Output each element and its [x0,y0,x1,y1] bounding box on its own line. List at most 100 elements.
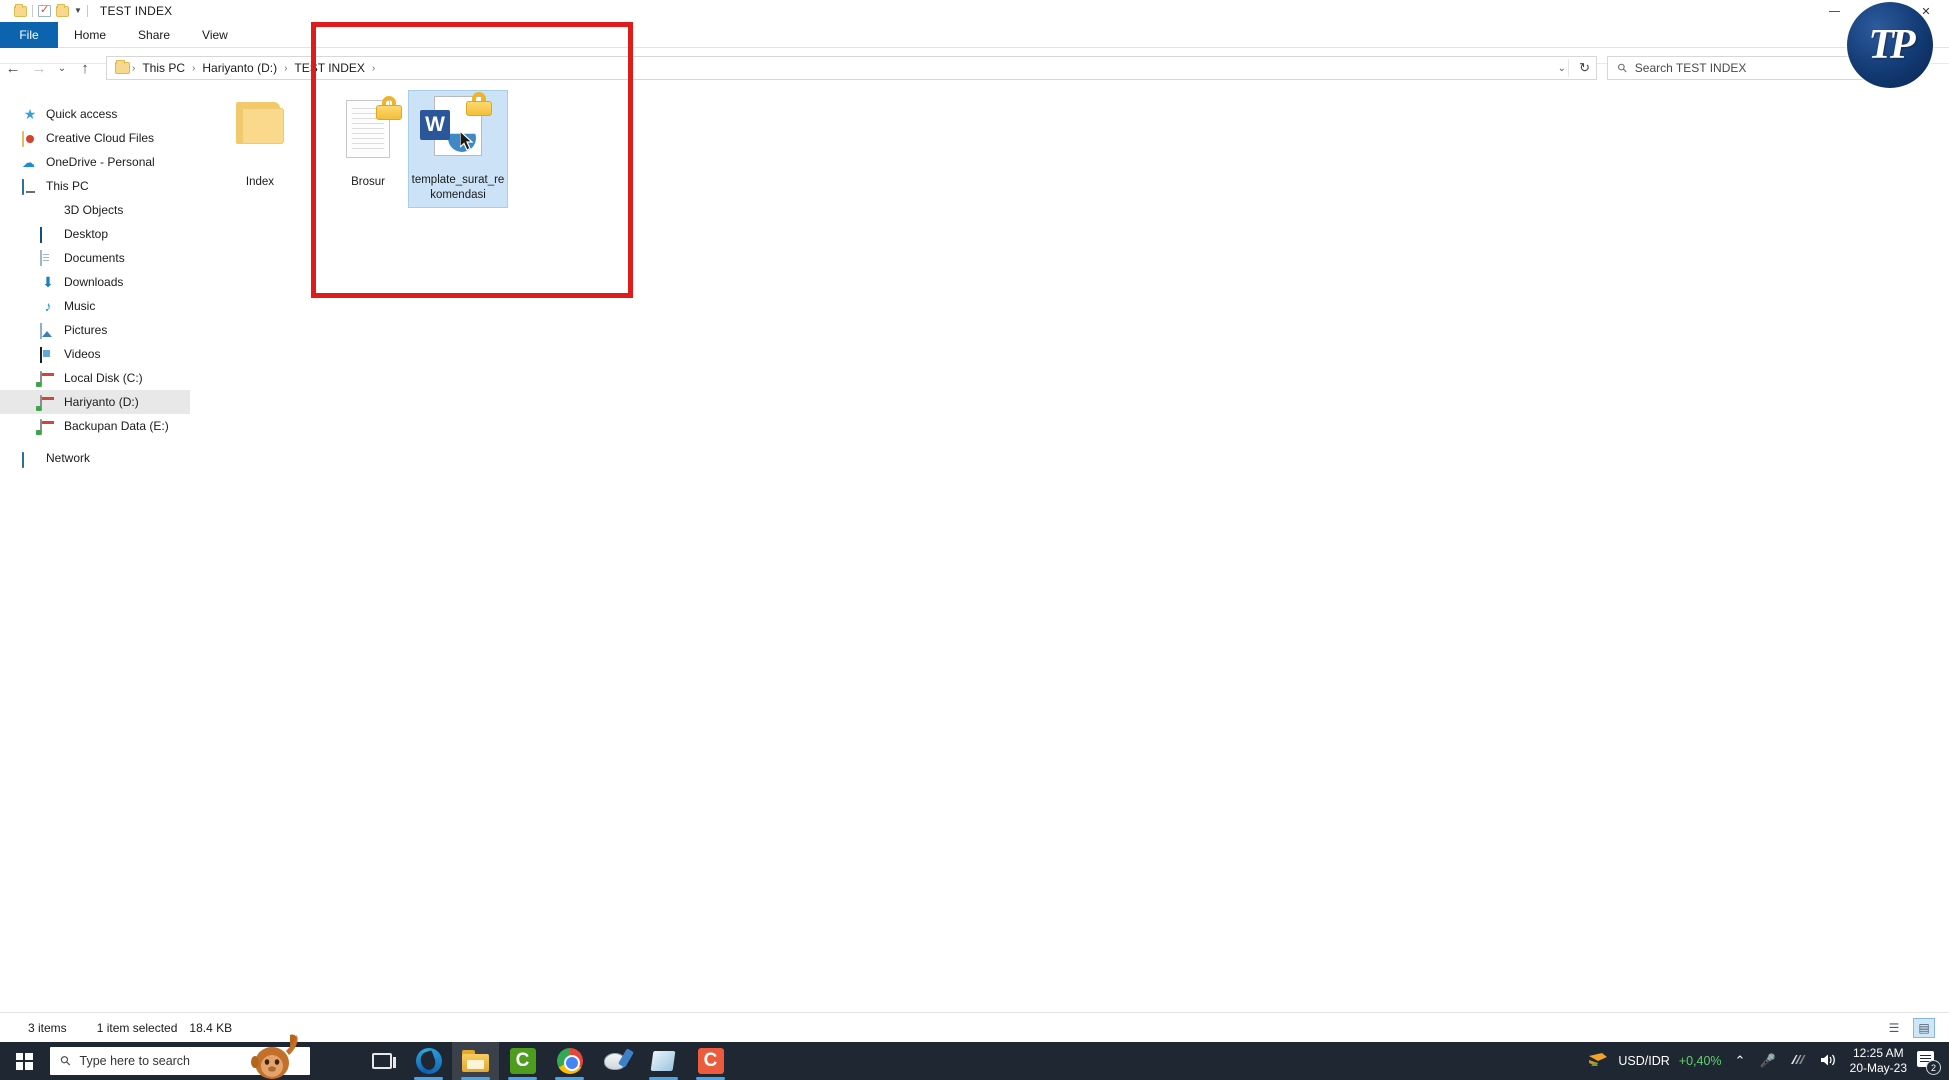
file-name: Brosur [351,176,385,188]
tab-file[interactable]: File [0,22,58,48]
edge-icon [415,1048,442,1074]
sidebar-item-3d-objects[interactable]: 3D Objects [0,198,190,222]
sidebar-item-documents[interactable]: Documents [0,246,190,270]
file-item-brosur[interactable]: Brosur [318,92,418,191]
breadcrumb[interactable]: › This PC › Hariyanto (D:) › TEST INDEX … [106,56,1597,80]
sidebar-item-quick-access[interactable]: ★ Quick access [0,102,190,126]
desktop-icon [40,226,56,243]
minimize-button[interactable] [1811,0,1857,22]
sidebar-item-pictures[interactable]: Pictures [0,318,190,342]
music-icon: ♪ [44,298,52,314]
sidebar-item-label: Creative Cloud Files [46,131,155,145]
sidebar-item-label: Local Disk (C:) [64,371,143,385]
sidebar-item-videos[interactable]: Videos [0,342,190,366]
breadcrumb-separator: › [371,62,376,74]
sidebar-item-label: Network [46,451,91,465]
sidebar-item-music[interactable]: ♪ Music [0,294,190,318]
taskbar-app-file-explorer[interactable] [452,1042,499,1080]
creative-cloud-icon [22,130,38,147]
show-hidden-icons-icon[interactable]: ⌃ [1735,1053,1746,1069]
sidebar-item-this-pc[interactable]: This PC [0,174,190,198]
tab-home[interactable]: Home [58,22,122,48]
file-item-template-surat-rekomendasi[interactable]: W template_surat_rekomendasi [408,90,508,208]
sidebar-item-local-disk-c[interactable]: Local Disk (C:) [0,366,190,390]
camtasia-icon: C [509,1048,536,1074]
up-button[interactable]: ↑ [72,55,98,81]
breadcrumb-hariyanto-d[interactable]: Hariyanto (D:) [197,61,282,75]
selection-size: 18.4 KB [189,1020,233,1035]
star-icon: ★ [23,106,37,122]
taskbar-app-camtasia[interactable]: C [499,1042,546,1080]
camtasia-recorder-icon: C [697,1048,724,1074]
windows-taskbar: ⚲ Type here to search C C USD/IDR +0,40%… [0,1034,1949,1080]
file-item-index[interactable]: Index [210,92,310,191]
tab-view[interactable]: View [186,22,244,48]
explorer-content: ★ Quick access Creative Cloud Files ☁ On… [0,86,1949,1012]
sidebar-item-hariyanto-d[interactable]: Hariyanto (D:) [0,390,190,414]
thumbnail-view-button[interactable]: ▤ [1913,1017,1935,1038]
ribbon-tabs: File Home Share View [0,22,1949,48]
chevron-down-icon[interactable]: ⌄ [1558,63,1566,74]
taskbar-app-store[interactable] [640,1042,687,1080]
task-view-button[interactable] [358,1042,405,1080]
ticker-widget[interactable]: USD/IDR +0,40% [1580,1042,1727,1080]
sidebar-item-label: OneDrive - Personal [46,155,155,169]
microphone-icon[interactable]: 🎤 [1759,1053,1775,1069]
recent-locations-button[interactable]: ⌄ [52,55,72,81]
window-title: TEST INDEX [99,4,173,18]
divider [32,5,33,17]
drive-icon [40,418,56,435]
back-button[interactable]: ← [0,55,26,81]
clock[interactable]: 12:25 AM 20-May-23 [1850,1046,1907,1076]
sidebar-item-downloads[interactable]: ⬇ Downloads [0,270,190,294]
volume-icon[interactable] [1820,1053,1837,1070]
wifi-icon[interactable] [1790,1053,1806,1069]
notification-center-button[interactable]: 2 [1917,1051,1941,1075]
sidebar-item-label: Music [64,299,96,313]
taskbar-app-camtasia-recorder[interactable]: C [687,1042,734,1080]
sidebar-item-label: Pictures [64,323,108,337]
word-logo-icon: W [420,110,450,140]
breadcrumb-test-index[interactable]: TEST INDEX [289,61,369,75]
downloads-icon: ⬇ [42,274,54,290]
refresh-button[interactable]: ↻ [1568,59,1590,77]
icon-wrap [210,92,310,170]
ticker-label: USD/IDR [1618,1054,1670,1068]
sidebar-item-creative-cloud-files[interactable]: Creative Cloud Files [0,126,190,150]
taskbar-search-input[interactable]: ⚲ Type here to search [50,1034,310,1079]
sidebar-item-label: Desktop [64,227,109,241]
file-name: template_surat_rekomendasi [411,174,505,201]
chevron-down-icon[interactable]: ▼ [74,7,82,15]
pictures-icon [40,322,56,339]
sidebar-item-onedrive-personal[interactable]: ☁ OneDrive - Personal [0,150,190,174]
sidebar-item-backupan-data-e[interactable]: Backupan Data (E:) [0,414,190,438]
taskbar-app-paint[interactable] [593,1042,640,1080]
selection-status: 1 item selected [96,1020,178,1035]
this-pc-icon [22,178,38,195]
watermark-logo: TP [1847,2,1933,88]
start-button[interactable] [0,1042,48,1080]
new-folder-icon[interactable] [56,3,69,17]
properties-icon[interactable] [38,3,51,17]
taskbar-app-edge[interactable] [405,1042,452,1080]
sidebar-item-network[interactable]: Network [0,446,190,470]
folder-icon[interactable] [14,3,27,17]
navigation-pane: ★ Quick access Creative Cloud Files ☁ On… [0,86,190,1012]
search-icon: ⚲ [1614,59,1631,77]
drive-icon [40,370,56,387]
forward-button[interactable]: → [26,55,52,81]
system-tray: USD/IDR +0,40% ⌃ 🎤 12:25 AM 20-May-23 2 [1580,1042,1949,1080]
breadcrumb-this-pc[interactable]: This PC [137,61,190,75]
details-view-button[interactable]: ☰ [1883,1018,1905,1038]
sidebar-item-label: This PC [46,179,89,193]
ticker-change: +0,40% [1678,1054,1722,1068]
sidebar-item-desktop[interactable]: Desktop [0,222,190,246]
watermark-text: TP [1868,22,1915,68]
tab-share[interactable]: Share [122,22,186,48]
orangutan-mascot-icon [246,1033,304,1079]
search-placeholder: Search TEST INDEX [1634,61,1747,75]
file-list[interactable]: Index Brosur W template_surat_rekomendas… [190,86,1949,1012]
breadcrumb-separator: › [284,62,288,74]
taskbar-app-chrome[interactable] [546,1042,593,1080]
